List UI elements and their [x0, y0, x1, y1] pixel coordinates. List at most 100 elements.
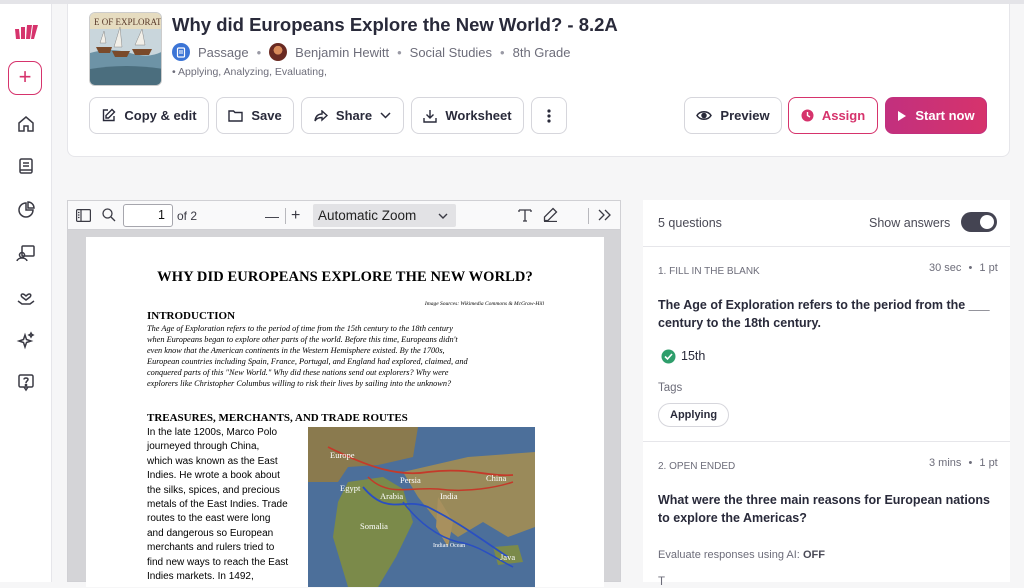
divider — [643, 246, 1010, 247]
show-answers-toggle[interactable] — [961, 212, 997, 232]
show-answers-label: Show answers — [869, 216, 951, 230]
author-avatar — [269, 43, 288, 61]
question-text-line: What were the three main reasons for Eur… — [658, 493, 991, 507]
intro-line: conquered parts of this "New World." Why… — [147, 368, 449, 377]
download-icon — [423, 109, 438, 123]
toolbar-divider — [285, 208, 286, 224]
question-count: 5 questions — [658, 216, 722, 230]
reports-icon[interactable] — [16, 200, 36, 220]
meta-separator: • — [500, 44, 505, 60]
question-points: 1 pt — [979, 262, 998, 274]
body-line: journeyed through China, — [147, 441, 260, 453]
copy-edit-button[interactable]: Copy & edit — [89, 97, 209, 134]
intro-line: European countries including Spain, Fran… — [147, 357, 468, 366]
question-time: 3 mins — [929, 457, 962, 469]
map-label: China — [486, 473, 507, 483]
assign-button[interactable]: Assign — [788, 97, 878, 134]
share-label: Share — [335, 108, 373, 123]
map-label: Arabia — [380, 491, 403, 501]
page-number-input[interactable]: 1 — [123, 204, 173, 227]
save-button[interactable]: Save — [216, 97, 294, 134]
more-vertical-icon — [547, 108, 551, 123]
trade-routes-map: Europe Persia Egypt Arabia India China S… — [308, 427, 535, 587]
pdf-viewer: 1 of 2 — + Automatic Zoom WHY DID EUROPE… — [67, 200, 621, 587]
eye-icon — [696, 111, 713, 120]
subject: Social Studies — [409, 44, 493, 60]
assign-label: Assign — [821, 108, 866, 123]
question-time: 30 sec — [929, 262, 962, 274]
ai-eval-label: Evaluate responses using AI: — [658, 549, 800, 561]
map-label: Java — [500, 552, 515, 562]
double-chevron-right-icon[interactable] — [598, 209, 612, 221]
sidebar-toggle-icon[interactable] — [76, 209, 91, 222]
zoom-value: Automatic Zoom — [318, 208, 417, 223]
skill-tag[interactable]: Applying — [658, 403, 730, 427]
thumbnail-banner-text: E OF EXPLORAT — [94, 17, 162, 27]
check-circle-icon — [661, 349, 676, 364]
question-time-points: 3 mins • 1 pt — [929, 457, 998, 469]
toolbar-divider — [588, 208, 589, 224]
zoom-select[interactable]: Automatic Zoom — [313, 204, 456, 227]
intro-line: explorers like Christopher Columbus will… — [147, 379, 452, 388]
draw-pen-icon[interactable] — [543, 207, 558, 222]
correct-answer: 15th — [681, 349, 706, 363]
body-line: find new ways to reach the East — [147, 556, 289, 568]
folder-icon — [228, 110, 244, 122]
resource-thumbnail: E OF EXPLORAT — [89, 12, 162, 86]
map-label: Indian Ocean — [433, 543, 465, 549]
copy-edit-label: Copy & edit — [124, 108, 197, 123]
classes-icon[interactable] — [16, 243, 36, 263]
map-label: Europe — [330, 450, 355, 460]
intro-paragraph: The Age of Exploration refers to the per… — [147, 323, 547, 389]
skills-list: • Applying, Analyzing, Evaluating, — [172, 66, 327, 78]
sidebar: + — [0, 4, 52, 582]
text-tool-icon[interactable] — [518, 208, 532, 222]
share-icon — [314, 109, 328, 122]
create-button[interactable]: + — [8, 61, 42, 95]
ai-eval-value: OFF — [802, 549, 825, 561]
more-options-button[interactable] — [531, 97, 567, 134]
ai-sparkle-icon[interactable] — [16, 331, 36, 351]
preview-button[interactable]: Preview — [684, 97, 782, 134]
document-title: WHY DID EUROPEANS EXPLORE THE NEW WORLD? — [157, 269, 533, 285]
question-text-line: century to the 18th century. — [658, 316, 821, 330]
home-icon[interactable] — [16, 114, 36, 134]
divider — [643, 441, 1010, 442]
resource-meta: Passage • Benjamin Hewitt • Social Studi… — [172, 42, 570, 62]
meta-separator: • — [397, 44, 402, 60]
body-line: In the late 1200s, Marco Polo — [147, 427, 278, 438]
zoom-out-button[interactable]: — — [265, 206, 279, 226]
help-icon[interactable] — [16, 372, 36, 392]
worksheet-label: Worksheet — [445, 108, 512, 123]
map-label: Egypt — [340, 483, 361, 493]
play-icon — [898, 110, 907, 121]
zoom-in-button[interactable]: + — [291, 206, 300, 226]
question-type: 2. OPEN ENDED — [658, 461, 736, 472]
save-label: Save — [251, 108, 282, 123]
share-button[interactable]: Share — [301, 97, 404, 134]
preview-label: Preview — [720, 108, 770, 123]
edit-icon — [103, 108, 116, 122]
body-line: metals of the East Indies. Trade — [147, 499, 288, 511]
meta-separator: • — [256, 44, 262, 60]
chevron-down-icon — [380, 112, 391, 119]
intro-line: The Age of Exploration refers to the per… — [147, 324, 453, 333]
tags-label: Tags — [658, 382, 683, 394]
library-icon[interactable] — [16, 156, 36, 176]
author-name[interactable]: Benjamin Hewitt — [295, 45, 389, 60]
search-icon[interactable] — [102, 208, 116, 222]
rewards-icon[interactable] — [16, 287, 36, 307]
map-label: Somalia — [360, 521, 388, 531]
body-line: routes to the east were long — [147, 513, 271, 525]
body-line: Indies markets. In 1492, — [147, 571, 254, 583]
start-now-button[interactable]: Start now — [885, 97, 987, 134]
quizizz-logo-icon[interactable] — [14, 24, 38, 40]
question-type: 1. FILL IN THE BLANK — [658, 266, 760, 277]
worksheet-button[interactable]: Worksheet — [411, 97, 524, 134]
questions-panel: 5 questions Show answers 1. FILL IN THE … — [643, 200, 1010, 588]
page-total: of 2 — [177, 209, 198, 223]
question-points: 1 pt — [979, 457, 998, 469]
meta-separator: • — [968, 262, 973, 274]
question-text-line: The Age of Exploration refers to the per… — [658, 298, 990, 312]
intro-line: when Europeans began to explore other pa… — [147, 335, 458, 344]
